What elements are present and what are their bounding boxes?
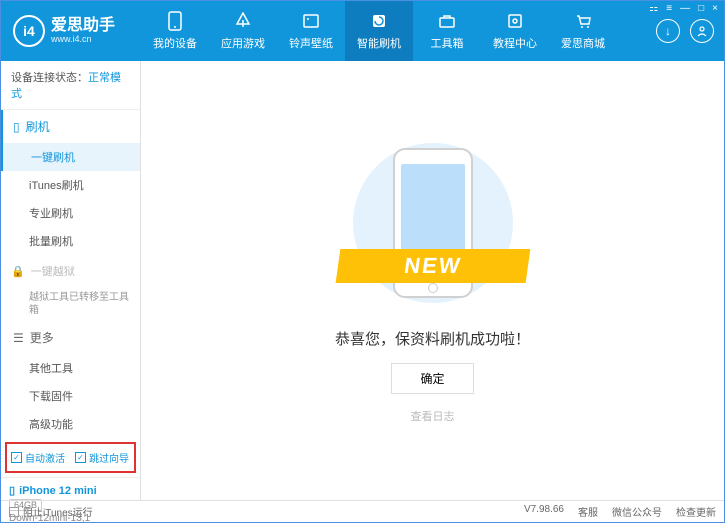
app-name: 爱思助手 bbox=[51, 18, 115, 34]
phone-icon: ▯ bbox=[13, 120, 20, 134]
auto-activate-checkbox[interactable]: ✓自动激活 bbox=[11, 450, 65, 465]
book-icon bbox=[505, 11, 525, 31]
nav: 我的设备 应用游戏 铃声壁纸 智能刷机 工具箱 教程中心 爱思商城 bbox=[141, 1, 656, 61]
body: 设备连接状态：正常模式 ▯ 刷机 一键刷机 iTunes刷机 专业刷机 批量刷机… bbox=[1, 61, 724, 500]
block-itunes-checkbox[interactable]: 阻止iTunes运行 bbox=[9, 504, 93, 519]
phone-icon bbox=[165, 11, 185, 31]
sidebar-item-advanced[interactable]: 高级功能 bbox=[1, 410, 140, 438]
footer: 阻止iTunes运行 V7.98.66 客服 微信公众号 检查更新 bbox=[1, 500, 724, 522]
header: i4 爱思助手 www.i4.cn 我的设备 应用游戏 铃声壁纸 智能刷机 工具… bbox=[1, 1, 724, 61]
success-illustration: NEW bbox=[358, 138, 508, 308]
sidebar-section-flash[interactable]: ▯ 刷机 bbox=[1, 110, 140, 143]
download-button[interactable]: ↓ bbox=[656, 19, 680, 43]
footer-update[interactable]: 检查更新 bbox=[676, 504, 716, 519]
version-label: V7.98.66 bbox=[524, 504, 564, 519]
wallpaper-icon bbox=[301, 11, 321, 31]
logo-area: i4 爱思助手 www.i4.cn bbox=[1, 15, 141, 47]
sidebar-section-jailbreak: 🔒 一键越狱 bbox=[1, 255, 140, 287]
nav-ringtones[interactable]: 铃声壁纸 bbox=[277, 1, 345, 61]
view-log-link[interactable]: 查看日志 bbox=[411, 408, 455, 424]
sidebar-item-other-tools[interactable]: 其他工具 bbox=[1, 354, 140, 382]
apps-icon bbox=[233, 11, 253, 31]
footer-wechat[interactable]: 微信公众号 bbox=[612, 504, 662, 519]
minimize-icon[interactable]: — bbox=[680, 3, 690, 14]
pin-icon[interactable]: ⚏ bbox=[649, 3, 658, 14]
sidebar-item-itunes-flash[interactable]: iTunes刷机 bbox=[1, 171, 140, 199]
menu-icon[interactable]: ≡ bbox=[666, 3, 672, 14]
cart-icon bbox=[573, 11, 593, 31]
toolbox-icon bbox=[437, 11, 457, 31]
ok-button[interactable]: 确定 bbox=[391, 363, 473, 394]
jailbreak-note: 越狱工具已转移至工具箱 bbox=[1, 287, 140, 321]
phone-icon: ▯ bbox=[9, 484, 15, 497]
logo-icon: i4 bbox=[13, 15, 45, 47]
nav-tutorials[interactable]: 教程中心 bbox=[481, 1, 549, 61]
sidebar-section-more[interactable]: ☰ 更多 bbox=[1, 321, 140, 354]
nav-my-device[interactable]: 我的设备 bbox=[141, 1, 209, 61]
sidebar-item-oneclick-flash[interactable]: 一键刷机 bbox=[1, 143, 140, 171]
connection-status: 设备连接状态：正常模式 bbox=[1, 61, 140, 110]
close-icon[interactable]: × bbox=[712, 3, 718, 14]
header-right: ↓ bbox=[656, 19, 724, 43]
app-url: www.i4.cn bbox=[51, 34, 115, 44]
nav-store[interactable]: 爱思商城 bbox=[549, 1, 617, 61]
window-controls: ⚏ ≡ — □ × bbox=[649, 3, 718, 14]
sidebar-item-pro-flash[interactable]: 专业刷机 bbox=[1, 199, 140, 227]
flash-options: ✓自动激活 ✓跳过向导 bbox=[5, 442, 136, 473]
nav-apps[interactable]: 应用游戏 bbox=[209, 1, 277, 61]
success-message: 恭喜您，保资料刷机成功啦！ bbox=[335, 328, 530, 349]
skip-wizard-checkbox[interactable]: ✓跳过向导 bbox=[75, 450, 129, 465]
nav-toolbox[interactable]: 工具箱 bbox=[413, 1, 481, 61]
nav-smart-flash[interactable]: 智能刷机 bbox=[345, 1, 413, 61]
device-name: ▯iPhone 12 mini bbox=[9, 484, 132, 497]
footer-support[interactable]: 客服 bbox=[578, 504, 598, 519]
maximize-icon[interactable]: □ bbox=[698, 3, 704, 14]
sidebar-item-download-firmware[interactable]: 下载固件 bbox=[1, 382, 140, 410]
lock-icon: 🔒 bbox=[11, 265, 25, 278]
main-content: NEW 恭喜您，保资料刷机成功啦！ 确定 查看日志 bbox=[141, 61, 724, 500]
sidebar: 设备连接状态：正常模式 ▯ 刷机 一键刷机 iTunes刷机 专业刷机 批量刷机… bbox=[1, 61, 141, 500]
user-button[interactable] bbox=[690, 19, 714, 43]
new-badge: NEW bbox=[335, 249, 530, 283]
flash-icon bbox=[369, 11, 389, 31]
menu-icon: ☰ bbox=[13, 331, 24, 345]
sidebar-item-batch-flash[interactable]: 批量刷机 bbox=[1, 227, 140, 255]
